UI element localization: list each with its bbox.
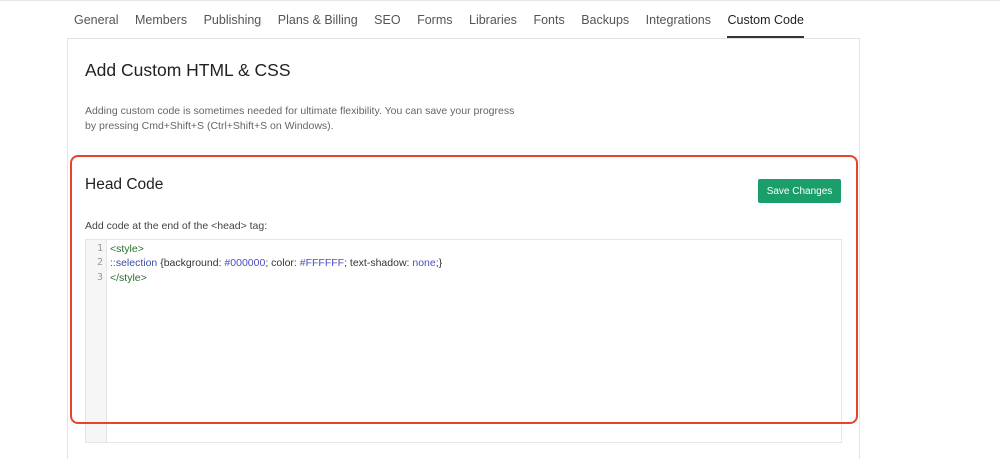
tab-integrations[interactable]: Integrations	[646, 0, 711, 38]
tab-backups[interactable]: Backups	[581, 0, 629, 38]
description-line-1: Adding custom code is sometimes needed f…	[85, 105, 515, 117]
tab-plans-billing[interactable]: Plans & Billing	[278, 0, 358, 38]
code-token: #FFFFFF	[299, 257, 345, 269]
head-code-editor[interactable]: 123 <style>::selection {background: #000…	[85, 239, 842, 443]
head-code-title: Head Code	[85, 176, 164, 193]
line-number: 1	[96, 242, 103, 254]
code-token: <style>	[110, 242, 144, 255]
code-token: #000000	[224, 257, 266, 269]
line-number: 2	[96, 257, 103, 268]
settings-tabs: General Members Publishing Plans & Billi…	[74, 0, 820, 38]
tab-custom-code[interactable]: Custom Code	[727, 0, 805, 38]
page-description: Adding custom code is sometimes needed f…	[85, 104, 565, 134]
line-number: 3	[96, 271, 103, 283]
tab-forms[interactable]: Forms	[417, 0, 452, 38]
page-title: Add Custom HTML & CSS	[85, 60, 291, 80]
line-number-gutter: 1 2 3	[86, 240, 107, 442]
tab-members[interactable]: Members	[135, 0, 187, 38]
code-token: none	[412, 257, 436, 269]
tab-fonts[interactable]: Fonts	[533, 0, 564, 38]
code-token: ; color:	[265, 257, 300, 269]
code-line: </style>	[110, 272, 147, 284]
save-changes-button[interactable]: Save Changes	[758, 179, 841, 203]
code-token: </style>	[110, 271, 147, 284]
code-token: ; text-shadow:	[344, 257, 413, 269]
code-token: ;}	[435, 257, 443, 269]
description-line-2: by pressing Cmd+Shift+S (Ctrl+Shift+S on…	[85, 120, 334, 132]
head-code-field-label: Add code at the end of the <head> tag:	[85, 220, 268, 232]
tab-general[interactable]: General	[74, 0, 118, 38]
tab-libraries[interactable]: Libraries	[469, 0, 517, 38]
code-token: ::selection	[110, 257, 158, 269]
code-token: {background:	[157, 257, 225, 269]
code-line: <style>	[110, 243, 144, 255]
code-line: ::selection {background: #000000; color:…	[110, 257, 442, 269]
tab-seo[interactable]: SEO	[374, 0, 400, 38]
tab-publishing[interactable]: Publishing	[204, 0, 262, 38]
